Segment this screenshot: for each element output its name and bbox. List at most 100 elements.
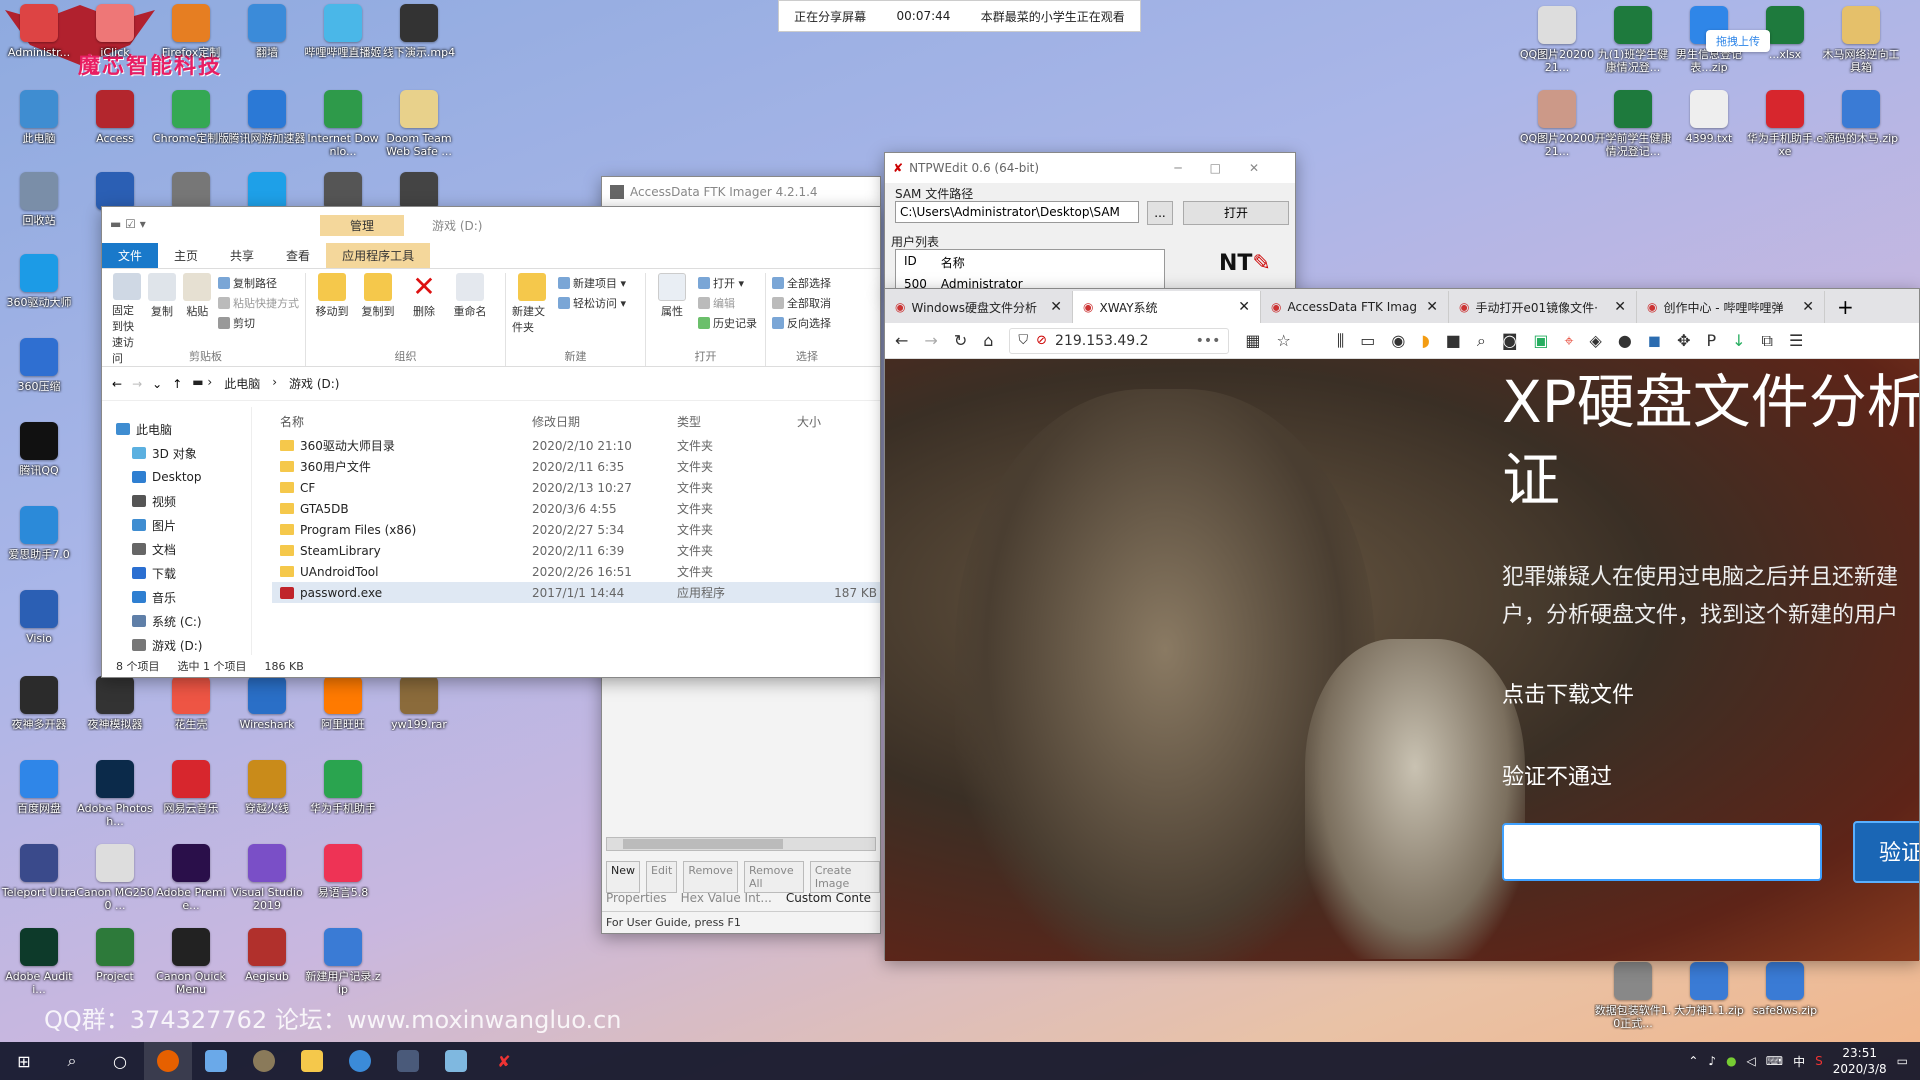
file-row[interactable]: SteamLibrary 2020/2/11 6:39 文件夹 — [272, 540, 880, 561]
account-icon[interactable]: ◉ — [1391, 331, 1405, 350]
wechat-icon[interactable]: ● — [1726, 1054, 1736, 1068]
cut-button[interactable]: 剪切 — [217, 315, 299, 331]
pocket-icon[interactable]: ◙ — [1502, 331, 1518, 350]
taskbar-ntpw[interactable]: ✘ — [480, 1042, 528, 1080]
start-button[interactable]: ⊞ — [0, 1042, 48, 1080]
tab-close-icon[interactable]: ✕ — [1238, 299, 1250, 315]
search-button[interactable]: ⌕ — [48, 1042, 96, 1080]
library-icon[interactable]: ⫼ — [1337, 331, 1344, 351]
file-row[interactable]: 360驱动大师目录 2020/2/10 21:10 文件夹 — [272, 435, 880, 456]
desktop-icon[interactable]: yw199.rar — [380, 676, 458, 731]
up-arrow-icon[interactable]: ↑ — [172, 377, 182, 391]
nav-item[interactable]: 视频 — [102, 489, 251, 513]
taskbar-explorer[interactable] — [288, 1042, 336, 1080]
download-icon[interactable]: ↓ — [1732, 331, 1745, 350]
desktop-icon[interactable]: 腾讯QQ — [0, 422, 78, 477]
more-icon[interactable]: ••• — [1196, 333, 1221, 349]
tab-home[interactable]: 主页 — [158, 243, 214, 268]
tab-share[interactable]: 共享 — [214, 243, 270, 268]
nav-item[interactable]: 下载 — [102, 561, 251, 585]
browse-button[interactable]: ... — [1147, 201, 1173, 225]
easy-access-button[interactable]: 轻松访问 ▾ — [558, 295, 626, 311]
ftk-new-button[interactable]: New — [606, 861, 640, 893]
tab-close-icon[interactable]: ✕ — [1614, 299, 1626, 315]
ftk-tab-properties[interactable]: Properties — [606, 891, 667, 905]
location-icon[interactable]: ⌖ — [1565, 331, 1574, 351]
browser-tab[interactable]: ◉ 创作中心 - 哔哩哔哩弹 ✕ — [1637, 291, 1825, 323]
window-controls[interactable]: ─□✕ — [1174, 161, 1287, 175]
col-size[interactable]: 大小 — [797, 413, 877, 430]
save-icon[interactable]: ▣ — [1533, 331, 1548, 350]
file-row[interactable]: CF 2020/2/13 10:27 文件夹 — [272, 477, 880, 498]
forward-arrow-icon[interactable]: → — [132, 377, 142, 391]
desktop-icon[interactable]: Doom Team Web Safe ... — [380, 90, 458, 158]
nav-item[interactable]: 音乐 — [102, 585, 251, 609]
desktop-icon[interactable]: 华为手机助手 — [304, 760, 382, 815]
file-row[interactable]: UAndroidTool 2020/2/26 16:51 文件夹 — [272, 561, 880, 582]
ime-indicator[interactable]: 中 — [1793, 1053, 1805, 1070]
desktop-icon[interactable]: 线下演示.mp4 — [380, 4, 458, 59]
taskbar-firefox[interactable] — [144, 1042, 192, 1080]
desktop-icon[interactable]: QQ图片2020021... — [1518, 90, 1596, 158]
desktop-icon[interactable]: Wireshark — [228, 676, 306, 731]
bookmark-star-icon[interactable]: ☆ — [1277, 331, 1291, 350]
recent-dropdown-icon[interactable]: ⌄ — [152, 377, 162, 391]
ftk-scrollbar[interactable] — [606, 837, 876, 851]
new-tab-button[interactable]: + — [1825, 291, 1866, 323]
nav-item[interactable]: Desktop — [102, 465, 251, 489]
tray-expand-icon[interactable]: ⌃ — [1688, 1054, 1698, 1068]
quick-access-toolbar[interactable]: ▬ ☑ ▾ — [110, 217, 146, 231]
nav-item[interactable]: 游戏 (D:) — [102, 633, 251, 657]
desktop-icon[interactable]: Canon Quick Menu — [152, 928, 230, 996]
taskbar-app-2[interactable] — [192, 1042, 240, 1080]
upload-badge[interactable]: 拖拽上传 — [1706, 30, 1770, 52]
desktop-icon[interactable]: Administr... — [0, 4, 78, 59]
desktop-icon[interactable]: Adobe Premie... — [152, 844, 230, 912]
nav-item[interactable]: 图片 — [102, 513, 251, 537]
tab-close-icon[interactable]: ✕ — [1050, 299, 1062, 315]
col-date[interactable]: 修改日期 — [532, 413, 677, 430]
ftk-remove-button[interactable]: Remove — [683, 861, 738, 893]
file-row[interactable]: password.exe 2017/1/1 14:44 应用程序 187 KB — [272, 582, 880, 603]
record-icon[interactable]: ● — [1618, 331, 1632, 350]
forward-button[interactable]: → — [924, 331, 937, 350]
desktop-icon[interactable]: 夜神多开器 — [0, 676, 78, 731]
sam-path-input[interactable]: C:\Users\Administrator\Desktop\SAM — [895, 201, 1139, 223]
ftk-tab-custom[interactable]: Custom Conte — [786, 891, 871, 905]
desktop-icon[interactable]: Canon MG2500 ... — [76, 844, 154, 912]
breadcrumb-this-pc[interactable]: 此电脑 — [224, 375, 260, 392]
desktop-icon[interactable]: QQ图片2020021... — [1518, 6, 1596, 74]
desktop-icon[interactable]: 4399.txt — [1670, 90, 1748, 145]
desktop-icon[interactable]: iClick — [76, 4, 154, 59]
paste-shortcut-button[interactable]: 粘贴快捷方式 — [217, 295, 299, 311]
browser-tab[interactable]: ◉ Windows硬盘文件分析 ✕ — [885, 291, 1073, 323]
col-name[interactable]: 名称 — [272, 413, 532, 430]
taskbar-app-5[interactable] — [336, 1042, 384, 1080]
back-button[interactable]: ← — [895, 331, 908, 350]
desktop-icon[interactable]: 易语言5.8 — [304, 844, 382, 899]
desktop-icon[interactable]: 新建用户记录.zip — [304, 928, 382, 996]
select-none-button[interactable]: 全部取消 — [772, 295, 831, 311]
ftk-titlebar[interactable]: AccessData FTK Imager 4.2.1.4 — [602, 177, 880, 207]
desktop-icon[interactable]: 木马网络逆向工具箱 — [1822, 6, 1900, 74]
ntpw-titlebar[interactable]: ✘ NTPWEdit 0.6 (64-bit) ─□✕ — [885, 153, 1295, 183]
nav-item[interactable]: 系统 (C:) — [102, 609, 251, 633]
breadcrumb[interactable]: ▬ › 此电脑 › 游戏 (D:) — [192, 375, 339, 392]
search-icon[interactable]: ⌕ — [1477, 331, 1486, 351]
menu-icon[interactable]: ☰ — [1789, 331, 1803, 350]
desktop-icon[interactable]: 爱思助手7.0 — [0, 506, 78, 561]
back-arrow-icon[interactable]: ← — [112, 377, 122, 391]
history-button[interactable]: 历史记录 — [698, 315, 757, 331]
answer-input[interactable] — [1502, 823, 1822, 881]
download-link[interactable]: 点击下载文件 — [1502, 677, 1634, 709]
desktop-icon[interactable]: Adobe Auditi... — [0, 928, 78, 996]
desktop-icon[interactable]: 阿里旺旺 — [304, 676, 382, 731]
desktop-icon[interactable]: Adobe Photosh... — [76, 760, 154, 828]
desktop-icon[interactable]: 此电脑 — [0, 90, 78, 145]
nav-item[interactable]: 文档 — [102, 537, 251, 561]
taskbar-ftk[interactable] — [384, 1042, 432, 1080]
desktop-icon[interactable]: 数据包装软件1.0正式... — [1594, 962, 1672, 1030]
ftk-create-image-button[interactable]: Create Image — [809, 861, 880, 893]
copy-path-button[interactable]: 复制路径 — [217, 275, 299, 291]
network-icon[interactable]: ⌨ — [1766, 1054, 1783, 1068]
